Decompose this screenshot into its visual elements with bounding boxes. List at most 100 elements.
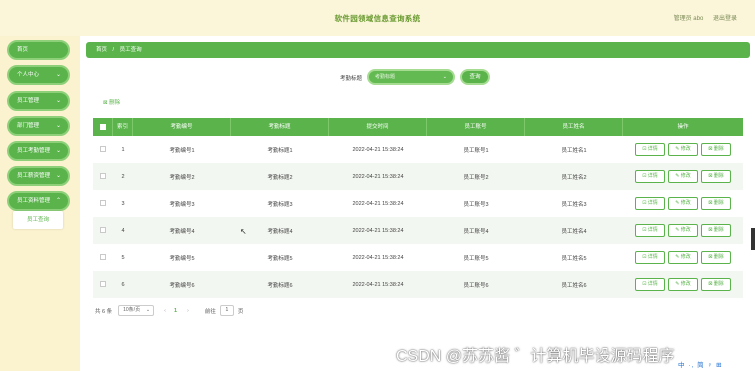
- detail-button[interactable]: ⊡ 详情: [635, 278, 665, 291]
- detail-button[interactable]: ⊡ 详情: [635, 251, 665, 264]
- table-cell: 员工姓名6: [561, 282, 587, 289]
- table-row: 6 考勤编号6 考勤标题6 2022-04-21 15:38:24 员工账号6 员工姓名6…: [93, 271, 743, 298]
- chevron-down-icon: ⌄: [145, 307, 151, 313]
- edit-button[interactable]: ✎ 修改: [668, 170, 698, 183]
- edit-button[interactable]: ✎ 修改: [668, 251, 698, 264]
- chevron-down-icon: ⌄: [55, 123, 61, 129]
- table-row: 2 考勤编号2 考勤标题2 2022-04-21 15:38:24 员工账号2 员工姓名2…: [93, 163, 743, 190]
- action-label: 修改: [680, 173, 691, 179]
- total-count: 共 6 条: [95, 308, 113, 315]
- table-cell: 考勤标题6: [267, 282, 293, 289]
- table-cell: 3: [121, 200, 125, 207]
- user-label: 管理员 abo: [673, 16, 704, 22]
- app-title: 软件园领域信息查询系统: [334, 14, 421, 23]
- submenu: 员工查询: [13, 211, 63, 229]
- select-all-checkbox[interactable]: [99, 123, 106, 130]
- column-header: 考勤编号: [133, 118, 231, 136]
- sidebar-item-label: 个人中心: [17, 72, 40, 78]
- mouse-cursor-icon: ↖: [240, 227, 247, 236]
- detail-button[interactable]: ⊡ 详情: [635, 143, 665, 156]
- row-checkbox[interactable]: [100, 226, 106, 233]
- action-label: 删除: [713, 227, 724, 233]
- chevron-down-icon: ⌄: [55, 173, 61, 179]
- edit-button[interactable]: ✎ 修改: [668, 197, 698, 210]
- action-label: 详情: [647, 173, 658, 179]
- delete-button[interactable]: ⊠ 删除: [701, 170, 731, 183]
- row-checkbox[interactable]: [100, 253, 106, 260]
- side-tab-handle[interactable]: [751, 228, 755, 250]
- table-header: 索引 考勤编号 考勤标题 提交时间 员工账号 员工姓名 操作: [93, 118, 743, 136]
- sidebar-item-employees[interactable]: 员工管理 ⌄: [7, 91, 70, 111]
- detail-button[interactable]: ⊡ 详情: [635, 224, 665, 237]
- chevron-down-icon: ⌄: [55, 148, 61, 154]
- next-page-button[interactable]: ›: [187, 308, 189, 314]
- page-size-value: 10条/页: [123, 307, 141, 313]
- delete-button[interactable]: ⊠ 删除: [701, 143, 731, 156]
- breadcrumb-home[interactable]: 首页: [96, 47, 107, 53]
- table-row: 4 考勤编号4 考勤标题4 2022-04-21 15:38:24 员工账号4 员工姓名4…: [93, 217, 743, 244]
- table-row: 3 考勤编号3 考勤标题3 2022-04-21 15:38:24 员工账号3 员工姓名3…: [93, 190, 743, 217]
- sidebar-item-salary[interactable]: 员工薪资管理 ⌄: [7, 166, 70, 186]
- action-label: 删除: [713, 254, 724, 260]
- row-checkbox[interactable]: [100, 199, 106, 206]
- chevron-down-icon: ⌄: [55, 98, 61, 104]
- search-select[interactable]: 考勤标题 ⌄: [367, 69, 455, 85]
- sidebar-item-attendance[interactable]: 员工考勤管理 ⌄: [7, 141, 70, 161]
- sidebar-item-profile[interactable]: 个人中心 ⌄: [7, 65, 70, 85]
- submenu-item-employee-query[interactable]: 员工查询: [13, 211, 63, 229]
- table-row: 1 考勤编号1 考勤标题1 2022-04-21 15:38:24 员工账号1 员工姓名1…: [93, 136, 743, 163]
- table-cell: 员工账号3: [463, 201, 489, 208]
- table-cell: 员工账号1: [463, 147, 489, 154]
- table-cell: 考勤编号1: [169, 147, 195, 154]
- row-checkbox-cell: [93, 145, 113, 154]
- row-checkbox[interactable]: [100, 145, 106, 152]
- logout-link[interactable]: 退出登录: [713, 16, 737, 22]
- goto-suffix: 页: [237, 308, 244, 315]
- edit-button[interactable]: ✎ 修改: [668, 143, 698, 156]
- action-label: 删除: [713, 146, 724, 152]
- page-number[interactable]: 1: [174, 308, 177, 314]
- table-cell: 员工账号5: [463, 255, 489, 262]
- detail-button[interactable]: ⊡ 详情: [635, 170, 665, 183]
- action-label: 修改: [680, 281, 691, 287]
- table-cell: 员工账号2: [463, 174, 489, 181]
- row-actions: ⊡ 详情 ✎ 修改 ⊠ 删除: [623, 197, 743, 210]
- edit-button[interactable]: ✎ 修改: [668, 278, 698, 291]
- row-checkbox-cell: [93, 280, 113, 289]
- page-size-select[interactable]: 10条/页 ⌄: [118, 305, 155, 316]
- table-cell: 考勤标题1: [267, 147, 293, 154]
- delete-button[interactable]: ⊠ 删除: [701, 278, 731, 291]
- detail-button[interactable]: ⊡ 详情: [635, 197, 665, 210]
- edit-button[interactable]: ✎ 修改: [668, 224, 698, 237]
- action-label: 删除: [713, 281, 724, 287]
- row-actions: ⊡ 详情 ✎ 修改 ⊠ 删除: [623, 170, 743, 183]
- sidebar-item-home[interactable]: 首页: [7, 40, 70, 60]
- sidebar-item-label: 员工管理: [17, 98, 40, 104]
- table-cell: 考勤编号6: [169, 282, 195, 289]
- chevron-down-icon: ⌄: [55, 72, 61, 78]
- delete-button[interactable]: ⊠ 删除: [701, 197, 731, 210]
- delete-button[interactable]: ⊠ 删除: [701, 251, 731, 264]
- ime-toolbar[interactable]: 中 ·, 简 ♀ ⊞: [678, 359, 723, 369]
- table-cell: 2022-04-21 15:38:24: [352, 200, 404, 207]
- sidebar-item-departments[interactable]: 部门管理 ⌄: [7, 116, 70, 136]
- goto-prefix: 前往: [204, 308, 216, 315]
- prev-page-button[interactable]: ‹: [164, 308, 166, 314]
- sidebar-item-label: 员工薪资管理: [17, 173, 51, 179]
- table-cell: 员工账号4: [463, 228, 489, 235]
- sidebar-item-records[interactable]: 员工资料管理 ⌃: [7, 191, 70, 211]
- action-label: 详情: [647, 254, 658, 260]
- row-checkbox-cell: [93, 199, 113, 208]
- row-checkbox[interactable]: [100, 280, 106, 287]
- batch-delete-button[interactable]: ⊠ 删除: [103, 98, 120, 106]
- delete-button[interactable]: ⊠ 删除: [701, 224, 731, 237]
- table-cell: 考勤标题5: [267, 255, 293, 262]
- row-actions: ⊡ 详情 ✎ 修改 ⊠ 删除: [623, 224, 743, 237]
- action-label: 详情: [647, 200, 658, 206]
- action-label: 删除: [713, 173, 724, 179]
- table-row: 5 考勤编号5 考勤标题5 2022-04-21 15:38:24 员工账号5 员工姓名5…: [93, 244, 743, 271]
- row-checkbox[interactable]: [100, 172, 106, 179]
- search-button[interactable]: 查询: [460, 69, 490, 85]
- table-cell: 考勤标题2: [267, 174, 293, 181]
- goto-page-input[interactable]: 1: [219, 305, 234, 316]
